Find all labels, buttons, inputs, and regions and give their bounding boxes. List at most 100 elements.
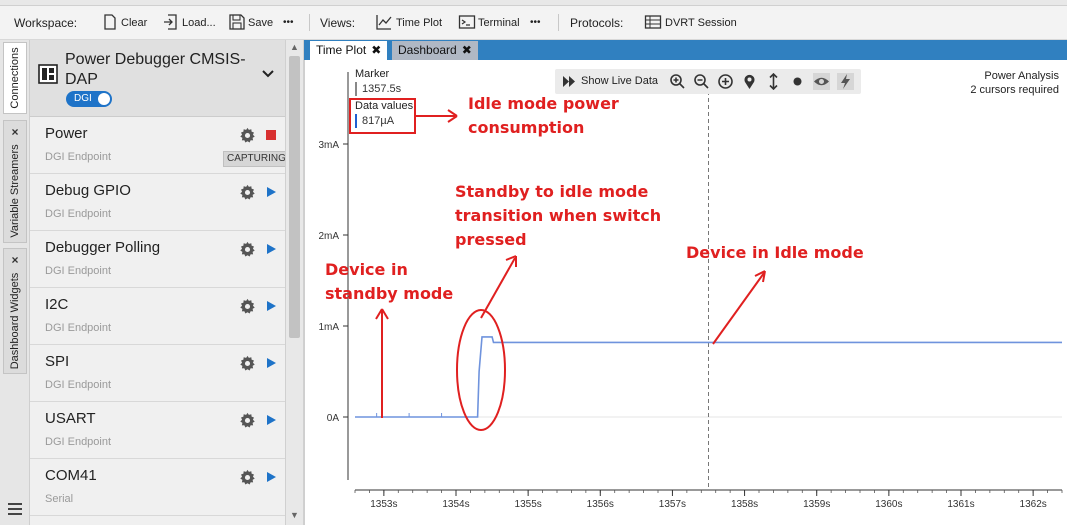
save-button[interactable]: Save	[248, 14, 273, 32]
endpoint-power[interactable]: Power DGI Endpoint CAPTURING	[30, 117, 285, 174]
power-analysis-hint: 2 cursors required	[970, 84, 1059, 96]
time-plot-view-button[interactable]: Time Plot	[396, 14, 442, 32]
hamburger-menu-icon[interactable]	[7, 502, 23, 516]
scrollbar-thumb[interactable]	[289, 56, 300, 338]
play-icon[interactable]	[265, 243, 277, 255]
tab-time-plot-label: Time Plot	[316, 43, 367, 57]
dvrt-session-button[interactable]: DVRT Session	[665, 14, 737, 32]
endpoint-i2c[interactable]: I2C DGI Endpoint	[30, 288, 285, 345]
play-icon[interactable]	[265, 186, 277, 198]
tab-dashboard[interactable]: Dashboard ✖	[392, 41, 478, 60]
tab-dashboard-label: Dashboard	[398, 43, 457, 57]
location-pin-icon[interactable]	[741, 73, 758, 90]
dgi-toggle[interactable]: DGI	[66, 91, 112, 107]
annotation-standby: Device in standby mode	[325, 258, 453, 306]
endpoint-debug-gpio[interactable]: Debug GPIO DGI Endpoint	[30, 174, 285, 231]
x-tick-label: 1361s	[947, 499, 974, 510]
annotation-ellipse	[456, 309, 506, 431]
device-name: Power Debugger CMSIS-DAP	[65, 51, 246, 88]
marker-value: 1357.5s	[355, 82, 413, 96]
tab-variable-streamers[interactable]: × Variable Streamers	[3, 120, 27, 243]
tab-connections[interactable]: Connections	[3, 42, 27, 114]
scroll-down-icon[interactable]: ▼	[290, 510, 299, 520]
gear-icon[interactable]	[239, 184, 256, 201]
record-dot-icon[interactable]	[789, 73, 806, 90]
zoom-out-icon[interactable]	[693, 73, 710, 90]
endpoint-com41[interactable]: COM41 Serial	[30, 459, 285, 516]
load-icon	[164, 14, 177, 30]
window-top-strip	[0, 0, 1067, 6]
tab-dashboard-widgets[interactable]: × Dashboard Widgets	[3, 248, 27, 374]
play-icon[interactable]	[265, 471, 277, 483]
vertical-resize-icon[interactable]	[765, 73, 782, 90]
gear-icon[interactable]	[239, 298, 256, 315]
x-tick-label: 1360s	[875, 499, 902, 510]
main-toolbar: Workspace: Clear Load... Save ••• Views:…	[0, 0, 1067, 40]
x-tick-label: 1356s	[587, 499, 614, 510]
lightning-icon[interactable]	[837, 73, 854, 90]
capturing-badge: CAPTURING	[223, 151, 285, 167]
play-icon[interactable]	[265, 357, 277, 369]
close-icon[interactable]: ✖	[371, 43, 381, 57]
add-cursor-icon[interactable]	[717, 73, 734, 90]
gear-icon[interactable]	[239, 241, 256, 258]
dvrt-session-icon	[644, 15, 662, 29]
tab-dashboard-widgets-label: Dashboard Widgets	[9, 272, 21, 370]
terminal-view-button[interactable]: Terminal	[478, 14, 520, 32]
marker-readout: Marker 1357.5s Data values 817µA	[355, 68, 413, 128]
endpoint-type: DGI Endpoint	[45, 436, 112, 448]
workspace-more-button[interactable]: •••	[283, 14, 294, 32]
annotation-arrow-head	[754, 270, 766, 283]
play-icon[interactable]	[265, 300, 277, 312]
gear-icon[interactable]	[239, 469, 256, 486]
annotation-line: pressed	[455, 230, 527, 249]
toolbar-separator	[309, 14, 310, 31]
device-header[interactable]: Power Debugger CMSIS-DAP DGI	[30, 40, 285, 117]
endpoint-type: Serial	[45, 493, 74, 505]
load-button[interactable]: Load...	[182, 14, 216, 32]
time-plot-view[interactable]: 3mA 2mA 1mA 0A 1353s 1354s 1355s 1356s 1357s 135…	[304, 60, 1067, 525]
plot-toolbar: Show Live Data	[555, 69, 861, 94]
x-axis: 1353s 1354s 1355s 1356s 1357s 1358s 1359s 1360s…	[354, 489, 1063, 510]
toggle-knob	[98, 93, 110, 105]
gear-icon[interactable]	[239, 412, 256, 429]
endpoint-usart[interactable]: USART DGI Endpoint	[30, 402, 285, 459]
side-tab-strip: Connections × Variable Streamers × Dashb…	[0, 40, 30, 525]
y-tick-label: 3mA	[318, 140, 339, 151]
endpoint-type: DGI Endpoint	[45, 151, 112, 163]
stop-icon[interactable]	[265, 129, 277, 141]
annotation-idle-mode: Device in Idle mode	[686, 241, 864, 265]
endpoint-type: DGI Endpoint	[45, 322, 112, 334]
scroll-up-icon[interactable]: ▲	[290, 42, 299, 52]
x-tick-label: 1357s	[659, 499, 686, 510]
close-icon[interactable]: ×	[4, 253, 26, 267]
clear-icon	[104, 14, 116, 30]
endpoint-spi[interactable]: SPI DGI Endpoint	[30, 345, 285, 402]
connections-scrollbar[interactable]: ▲ ▼	[286, 40, 304, 525]
annotation-arrow	[480, 257, 516, 319]
gear-icon[interactable]	[239, 127, 256, 144]
clear-button[interactable]: Clear	[121, 14, 147, 32]
endpoint-type: DGI Endpoint	[45, 379, 112, 391]
show-live-data-button[interactable]: Show Live Data	[581, 75, 658, 87]
endpoint-name: I2C	[45, 296, 69, 313]
annotation-line: consumption	[468, 118, 585, 137]
close-icon[interactable]: ×	[4, 125, 26, 139]
document-tab-bar: Time Plot ✖ Dashboard ✖	[304, 40, 1067, 60]
views-more-button[interactable]: •••	[530, 14, 541, 32]
eye-icon[interactable]	[813, 73, 830, 90]
endpoint-debugger-polling[interactable]: Debugger Polling DGI Endpoint	[30, 231, 285, 288]
x-tick-label: 1354s	[442, 499, 469, 510]
tab-variable-streamers-label: Variable Streamers	[9, 144, 21, 238]
endpoint-name: Debugger Polling	[45, 239, 161, 256]
gear-icon[interactable]	[239, 355, 256, 372]
close-icon[interactable]: ✖	[462, 43, 472, 57]
views-label: Views:	[320, 16, 356, 30]
chevron-down-icon[interactable]	[262, 70, 274, 78]
zoom-in-icon[interactable]	[669, 73, 686, 90]
endpoint-type: DGI Endpoint	[45, 265, 112, 277]
tab-time-plot[interactable]: Time Plot ✖	[310, 41, 388, 60]
fast-forward-icon[interactable]	[561, 73, 578, 90]
play-icon[interactable]	[265, 414, 277, 426]
annotation-line: Standby to idle mode	[455, 182, 649, 201]
